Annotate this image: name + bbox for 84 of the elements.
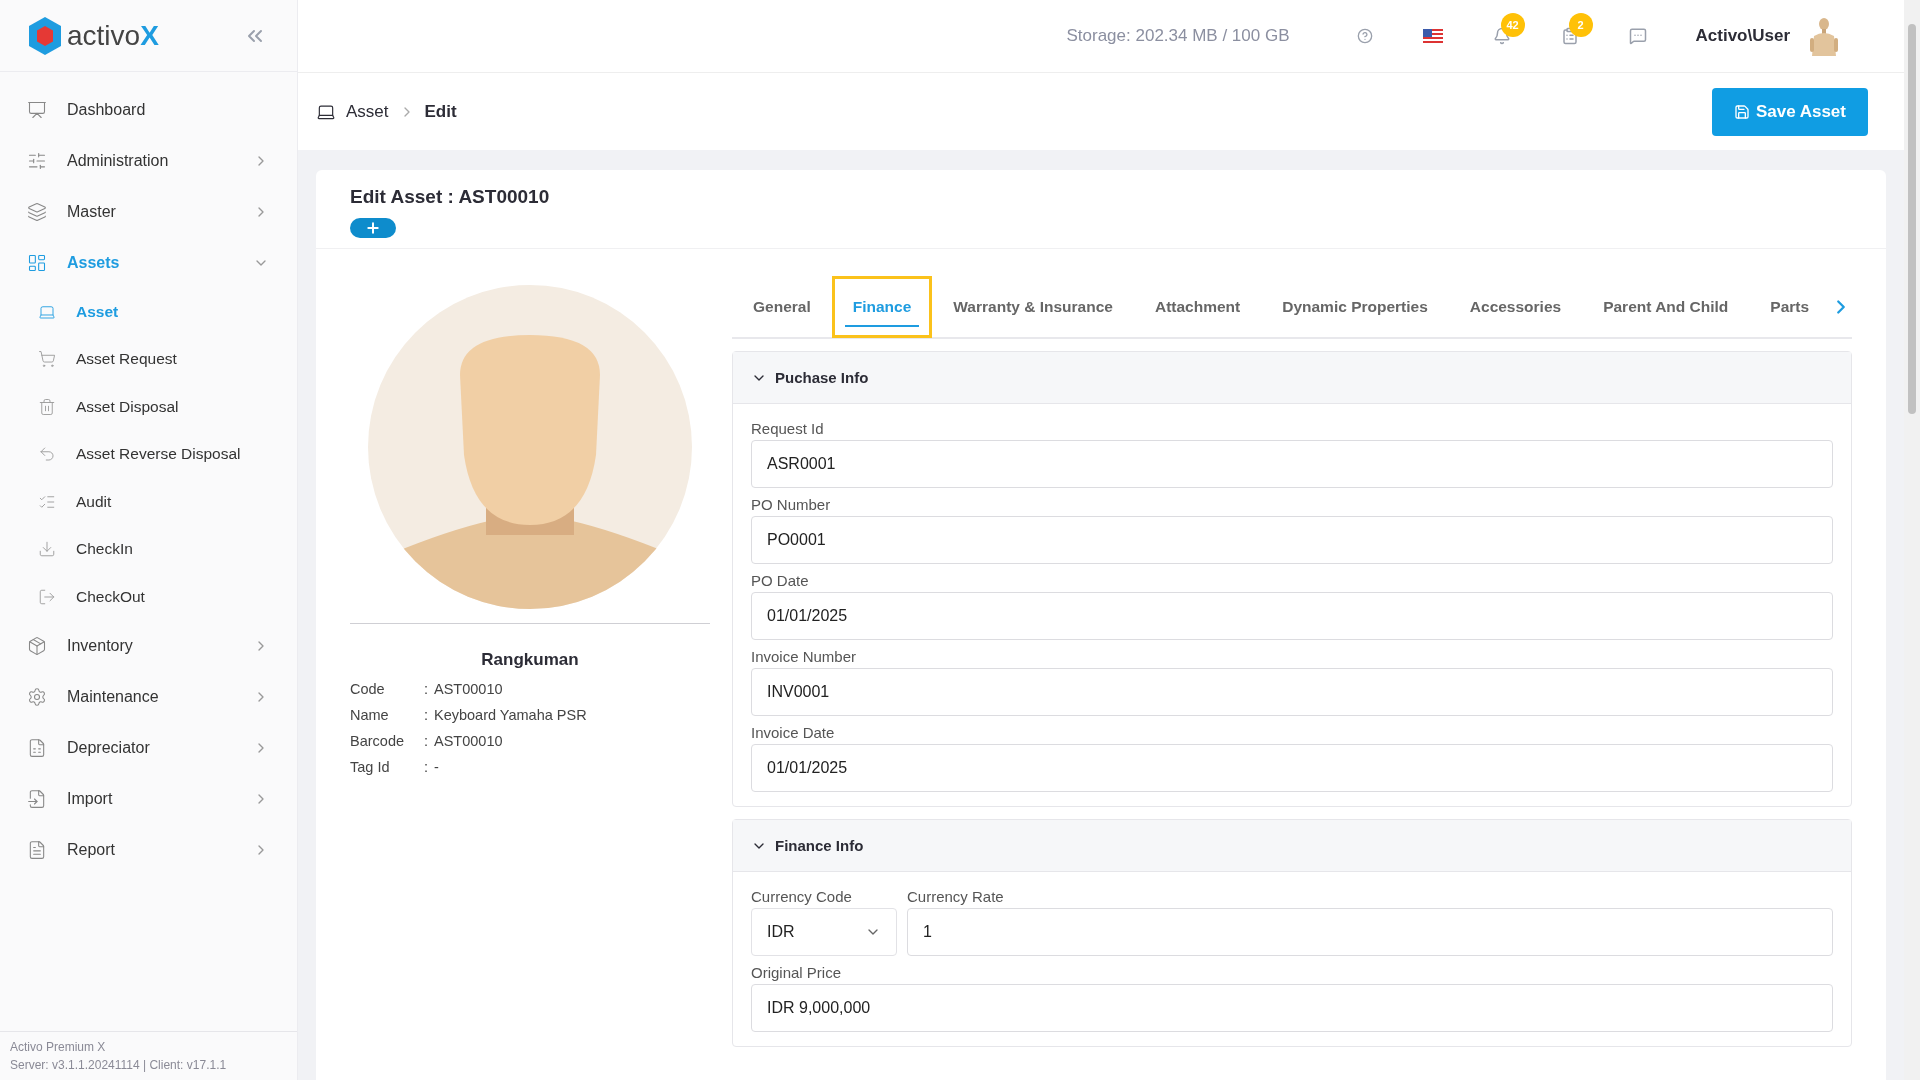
- sidebar-item[interactable]: Import: [0, 773, 297, 825]
- storage-text: Storage: 202.34 MB / 100 GB: [1066, 26, 1290, 46]
- tab[interactable]: Accessories: [1448, 276, 1583, 338]
- summary-value: AST00010: [434, 680, 504, 699]
- package-icon: [27, 636, 47, 656]
- sidebar-subitem[interactable]: Asset Reverse Disposal: [0, 430, 297, 478]
- dashboard-grid-icon: [27, 252, 47, 273]
- user-name[interactable]: Activo\User: [1695, 26, 1790, 46]
- input-field[interactable]: INV0001: [751, 668, 1834, 716]
- presentation-board-icon: [27, 99, 47, 120]
- tab[interactable]: Dynamic Properties: [1261, 276, 1449, 338]
- summary-value: Keyboard Yamaha PSR: [434, 706, 588, 725]
- input-field[interactable]: ASR0001: [751, 440, 1834, 488]
- input-field[interactable]: 01/01/2025: [751, 744, 1834, 792]
- sidebar-subitem[interactable]: Asset Disposal: [0, 383, 297, 431]
- tab[interactable]: Parent And Child: [1582, 276, 1750, 338]
- sidebar-item[interactable]: Master: [0, 186, 297, 237]
- page-title: Edit Asset : AST00010: [350, 186, 551, 208]
- task-badge: 2: [1568, 13, 1593, 37]
- field-label: PO Date: [751, 572, 810, 589]
- field-label: Original Price: [751, 964, 843, 981]
- sidebar-item[interactable]: Dashboard: [0, 84, 297, 135]
- trash-icon: [38, 397, 56, 416]
- field-label: Invoice Number: [751, 648, 858, 665]
- summary-title: Rangkuman: [480, 650, 580, 670]
- cart-icon: [38, 350, 56, 369]
- sidebar-item[interactable]: Maintenance: [0, 671, 297, 723]
- input-field[interactable]: 01/01/2025: [751, 592, 1834, 640]
- breadcrumb-item: Edit: [424, 101, 457, 122]
- field-label: Invoice Date: [751, 724, 836, 741]
- plus-icon: [365, 220, 381, 236]
- chat-icon[interactable]: [1628, 27, 1647, 45]
- version-text: Server: v3.1.1.20241114 | Client: v17.1.1: [10, 1057, 228, 1074]
- tab[interactable]: General: [732, 276, 832, 338]
- sidebar-subitem[interactable]: CheckIn: [0, 525, 297, 573]
- input-field[interactable]: 1: [907, 908, 1834, 956]
- breadcrumb-item[interactable]: Asset: [346, 101, 389, 122]
- flag-icon[interactable]: [1422, 29, 1443, 43]
- section-header[interactable]: Puchase Info: [733, 352, 1852, 404]
- sidebar-item[interactable]: Report: [0, 824, 297, 876]
- input-field[interactable]: IDR 9,000,000: [751, 984, 1834, 1032]
- hexagon-logo-icon: [27, 15, 63, 56]
- add-button[interactable]: [350, 218, 396, 238]
- summary-label: Tag Id: [350, 758, 391, 777]
- summary-value: -: [434, 758, 440, 777]
- sidebar-item[interactable]: Inventory: [0, 620, 297, 672]
- field-label: Currency Code: [751, 888, 853, 905]
- layers-icon: [27, 201, 47, 222]
- activox-logo: activoX: [27, 15, 159, 56]
- summary-label: Code: [350, 680, 386, 699]
- sidebar-subitem[interactable]: CheckOut: [0, 573, 297, 621]
- colon-text: :: [424, 680, 430, 699]
- notification-badge: 42: [1500, 13, 1525, 37]
- spreadsheet-icon: [27, 738, 47, 758]
- exit-icon: [38, 587, 56, 606]
- field-label: PO Number: [751, 496, 832, 513]
- colon-text: :: [424, 758, 430, 777]
- sidebar-item[interactable]: Depreciator: [0, 722, 297, 774]
- scrollbar[interactable]: [1904, 0, 1920, 1080]
- file-input-icon: [27, 789, 47, 809]
- section-header[interactable]: Finance Info: [733, 820, 1852, 872]
- help-icon[interactable]: [1356, 28, 1373, 44]
- tab[interactable]: Attachment: [1133, 276, 1262, 338]
- document-icon: [27, 840, 47, 860]
- sliders-icon: [27, 150, 47, 171]
- download-icon: [38, 540, 56, 559]
- colon-text: :: [424, 706, 430, 725]
- summary-value: AST00010: [434, 732, 504, 751]
- version-text: Activo Premium X: [10, 1039, 107, 1056]
- select-field[interactable]: IDR: [751, 908, 897, 956]
- field-label: Request Id: [751, 420, 825, 437]
- summary-label: Barcode: [350, 732, 405, 751]
- bell-icon[interactable]: [1492, 27, 1511, 45]
- tab[interactable]: Parts: [1749, 276, 1831, 338]
- summary-label: Name: [350, 706, 390, 725]
- settings-icon: [27, 687, 47, 707]
- field-label: Currency Rate: [907, 888, 1005, 905]
- tab[interactable]: Warranty & Insurance: [932, 276, 1134, 338]
- colon-text: :: [424, 732, 430, 751]
- sidebar-subitem[interactable]: Audit: [0, 478, 297, 526]
- sidebar-subitem[interactable]: Asset Request: [0, 335, 297, 383]
- undo-arrow-icon: [38, 445, 56, 464]
- input-field[interactable]: PO0001: [751, 516, 1834, 564]
- sidebar-item[interactable]: Administration: [0, 135, 297, 186]
